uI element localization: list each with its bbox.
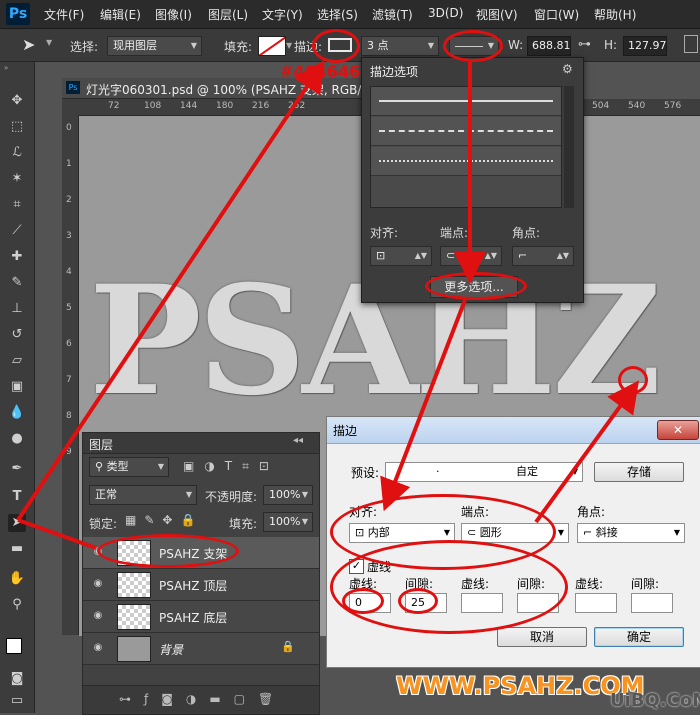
arrow-tool-to-layer [17, 518, 97, 550]
arrow-more-to-dialog [380, 299, 467, 512]
arrow-cap-to-canvas [534, 380, 640, 524]
annotation-arrows [16, 60, 640, 550]
arrow-tool-to-swatch [16, 60, 325, 522]
